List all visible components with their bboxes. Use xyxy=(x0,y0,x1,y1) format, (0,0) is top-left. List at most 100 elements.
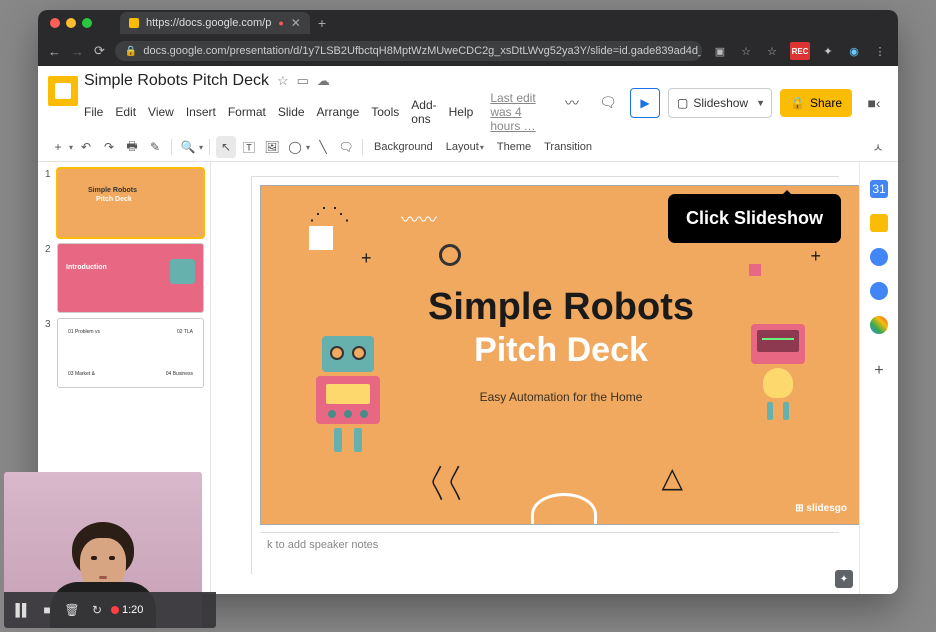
menu-format[interactable]: Format xyxy=(228,105,266,119)
tab-favicon xyxy=(129,18,139,28)
maximize-window-dot[interactable] xyxy=(82,18,92,28)
slide-canvas[interactable]: ⋰ ⋱ + 〰〰 ‹‹‹ + 〳〵〳〵 △ Simple Robots Pitc… xyxy=(211,162,859,594)
slide-title[interactable]: Simple Robots xyxy=(261,286,859,329)
share-label: Share xyxy=(810,96,842,110)
thumbnail-2[interactable]: 2 Introduction xyxy=(45,244,203,312)
slideshow-button[interactable]: ▢ Slideshow ▼ xyxy=(668,88,772,118)
thumb-robot-icon xyxy=(170,259,195,284)
share-button[interactable]: 🔒 Share xyxy=(780,89,852,117)
minimize-window-dot[interactable] xyxy=(66,18,76,28)
browser-url-bar: ← → ⟳ 🔒 docs.google.com/presentation/d/1… xyxy=(38,36,898,66)
layout-button[interactable]: Layout ▾ xyxy=(441,141,489,153)
meet-camera-icon[interactable]: ■‹ xyxy=(860,89,888,117)
ruler-horizontal xyxy=(251,162,839,177)
stop-record-button[interactable]: ■ xyxy=(36,599,58,621)
menu-insert[interactable]: Insert xyxy=(186,105,216,119)
robot-right-icon xyxy=(733,324,823,454)
maps-icon[interactable] xyxy=(870,316,888,334)
cast-icon[interactable]: ▣ xyxy=(712,43,728,59)
recorder-bar: ▌▌ ■ 🗑 ↻ 1:20 xyxy=(4,592,216,628)
star-icon[interactable]: ☆ xyxy=(764,43,780,59)
speaker-notes[interactable]: k to add speaker notes xyxy=(261,532,839,590)
new-slide-button[interactable]: + xyxy=(48,136,68,158)
restart-record-button[interactable]: ↻ xyxy=(86,599,108,621)
url-text: docs.google.com/presentation/d/1y7LSB2Uf… xyxy=(143,45,702,57)
redo-button[interactable]: ↷ xyxy=(99,136,119,158)
contacts-icon[interactable] xyxy=(870,282,888,300)
thumb-title: Simple Robots xyxy=(88,187,137,194)
plus-doodle: + xyxy=(361,248,372,269)
loom-extension-icon[interactable]: ◉ xyxy=(846,43,862,59)
zoom-button[interactable]: 🔍 xyxy=(178,136,198,158)
lock-icon: 🔒 xyxy=(790,96,805,110)
chevron-down-icon[interactable]: ▼ xyxy=(756,98,765,108)
address-bar[interactable]: 🔒 docs.google.com/presentation/d/1y7LSB2… xyxy=(115,41,702,61)
menu-addons[interactable]: Add-ons xyxy=(411,98,436,126)
menu-file[interactable]: File xyxy=(84,105,103,119)
tasks-icon[interactable] xyxy=(870,248,888,266)
pause-record-button[interactable]: ▌▌ xyxy=(11,599,33,621)
line-tool[interactable]: ╲ xyxy=(313,136,333,158)
chevron-down-icon[interactable]: ▾ xyxy=(306,143,310,152)
side-panel: 31 + xyxy=(859,162,898,594)
present-icon[interactable]: ▶ xyxy=(630,88,660,118)
star-doc-icon[interactable]: ☆ xyxy=(277,73,289,89)
textbox-tool[interactable]: 🅃 xyxy=(239,136,259,158)
select-tool[interactable]: ↖ xyxy=(216,136,236,158)
back-icon[interactable]: ← xyxy=(48,44,61,59)
browser-tab[interactable]: https://docs.google.com/p ● ✕ xyxy=(120,12,310,34)
menu-help[interactable]: Help xyxy=(449,105,474,119)
move-doc-icon[interactable]: ▭ xyxy=(297,73,309,89)
background-button[interactable]: Background xyxy=(369,141,438,153)
reload-icon[interactable]: ⟳ xyxy=(94,43,105,59)
comments-icon[interactable]: 🗨 xyxy=(594,89,622,117)
slides-logo[interactable] xyxy=(48,76,78,106)
menu-edit[interactable]: Edit xyxy=(115,105,136,119)
hide-menus-button[interactable]: ㅅ xyxy=(868,136,888,158)
robot-left-icon xyxy=(303,336,393,466)
new-tab-button[interactable]: + xyxy=(318,15,326,31)
thumbnail-3[interactable]: 3 01 Problem vs 02 TLA 03 Market & 04 Bu… xyxy=(45,319,203,387)
more-icon[interactable]: ⋮ xyxy=(872,43,888,59)
image-tool[interactable]: 🖼 xyxy=(262,136,282,158)
chevron-down-icon[interactable]: ▾ xyxy=(199,143,203,152)
zigzag-doodle: 〳〵〳〵 xyxy=(429,470,465,496)
theme-button[interactable]: Theme xyxy=(492,141,536,153)
add-addon-icon[interactable]: + xyxy=(874,362,883,380)
tab-title: https://docs.google.com/p xyxy=(146,17,271,29)
transition-button[interactable]: Transition xyxy=(539,141,597,153)
menu-arrange[interactable]: Arrange xyxy=(317,105,360,119)
chevron-down-icon[interactable]: ▾ xyxy=(69,143,73,152)
thumb-title: Introduction xyxy=(66,264,107,271)
close-window-dot[interactable] xyxy=(50,18,60,28)
cloud-status-icon[interactable]: ☁ xyxy=(317,73,330,89)
mac-traffic-lights: https://docs.google.com/p ● ✕ + xyxy=(38,10,898,36)
menu-view[interactable]: View xyxy=(148,105,174,119)
delete-record-button[interactable]: 🗑 xyxy=(61,599,83,621)
close-tab-icon[interactable]: ✕ xyxy=(291,16,301,30)
doc-title[interactable]: Simple Robots Pitch Deck xyxy=(84,72,269,90)
undo-button[interactable]: ↶ xyxy=(76,136,96,158)
extensions-icon[interactable]: ✦ xyxy=(820,43,836,59)
thumb-number: 2 xyxy=(45,244,53,312)
explore-icon[interactable]: 〰 xyxy=(558,89,586,117)
shape-tool[interactable]: ◯ xyxy=(285,136,305,158)
forward-icon[interactable]: → xyxy=(71,44,84,59)
menubar: File Edit View Insert Format Slide Arran… xyxy=(84,91,552,133)
calendar-icon[interactable]: 31 xyxy=(870,180,888,198)
rec-extension-icon[interactable]: REC xyxy=(790,42,810,60)
arc-doodle xyxy=(531,493,597,524)
paint-format-button[interactable]: ✎ xyxy=(145,136,165,158)
zigzag-doodle: 〰〰 xyxy=(401,206,437,232)
bookmark-star-icon[interactable]: ☆ xyxy=(738,43,754,59)
circle-doodle xyxy=(439,244,461,266)
last-edit-text[interactable]: Last edit was 4 hours … xyxy=(490,91,552,133)
keep-icon[interactable] xyxy=(870,214,888,232)
thumbnail-1[interactable]: 1 Simple Robots Pitch Deck xyxy=(45,169,203,237)
print-button[interactable]: 🖶 xyxy=(122,136,142,158)
comment-tool[interactable]: 🗨 xyxy=(336,136,356,158)
menu-slide[interactable]: Slide xyxy=(278,105,305,119)
thumb-grid: 01 Problem vs 02 TLA 03 Market & 04 Busi… xyxy=(64,325,197,381)
menu-tools[interactable]: Tools xyxy=(371,105,399,119)
explore-corner-button[interactable]: ✦ xyxy=(835,570,853,588)
